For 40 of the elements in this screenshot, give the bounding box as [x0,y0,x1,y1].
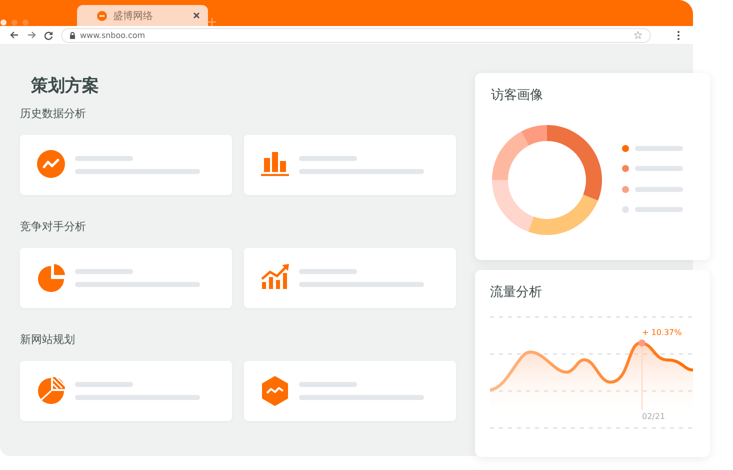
placeholder-line [75,382,133,387]
trend-icon [37,150,65,180]
date-label: 02/21 [642,412,666,421]
card-title: 流量分析 [490,284,542,302]
section-title: 竞争对手分析 [20,220,86,234]
placeholder-line [635,207,683,212]
new-tab-icon[interactable] [208,18,216,26]
site-logo-icon [97,10,107,20]
address-field[interactable]: www.snboo.com [61,28,651,42]
card-title: 访客画像 [491,87,543,105]
reload-icon[interactable] [44,30,53,40]
feature-card[interactable] [244,361,456,421]
forward-icon[interactable] [27,31,36,39]
star-icon[interactable] [634,31,642,39]
section-title: 新网站规划 [20,333,75,347]
pie-chart-icon [37,376,65,406]
placeholder-line [299,269,357,274]
placeholder-line [635,166,683,172]
feature-card[interactable] [244,248,456,308]
back-icon[interactable] [10,31,19,39]
pie-chart-icon [37,263,65,293]
placeholder-line [635,146,683,151]
placeholder-line [75,269,133,274]
placeholder-line [75,156,133,161]
close-icon[interactable] [193,12,200,19]
peak-label: + 10.37% [642,328,682,337]
placeholder-line [299,382,357,387]
menu-icon[interactable] [677,30,680,40]
feature-card[interactable] [244,135,456,195]
placeholder-line [299,156,357,161]
page-title: 策划方案 [31,75,99,97]
feature-card[interactable] [20,248,232,308]
browser-tab[interactable]: 盛博网络 [77,5,208,26]
section-title: 历史数据分析 [20,107,86,121]
window-dots-icon[interactable] [0,19,30,26]
feature-card[interactable] [20,361,232,421]
placeholder-line [635,186,683,192]
lock-icon [70,32,75,38]
hexagon-icon [261,376,289,406]
feature-card[interactable] [20,135,232,195]
